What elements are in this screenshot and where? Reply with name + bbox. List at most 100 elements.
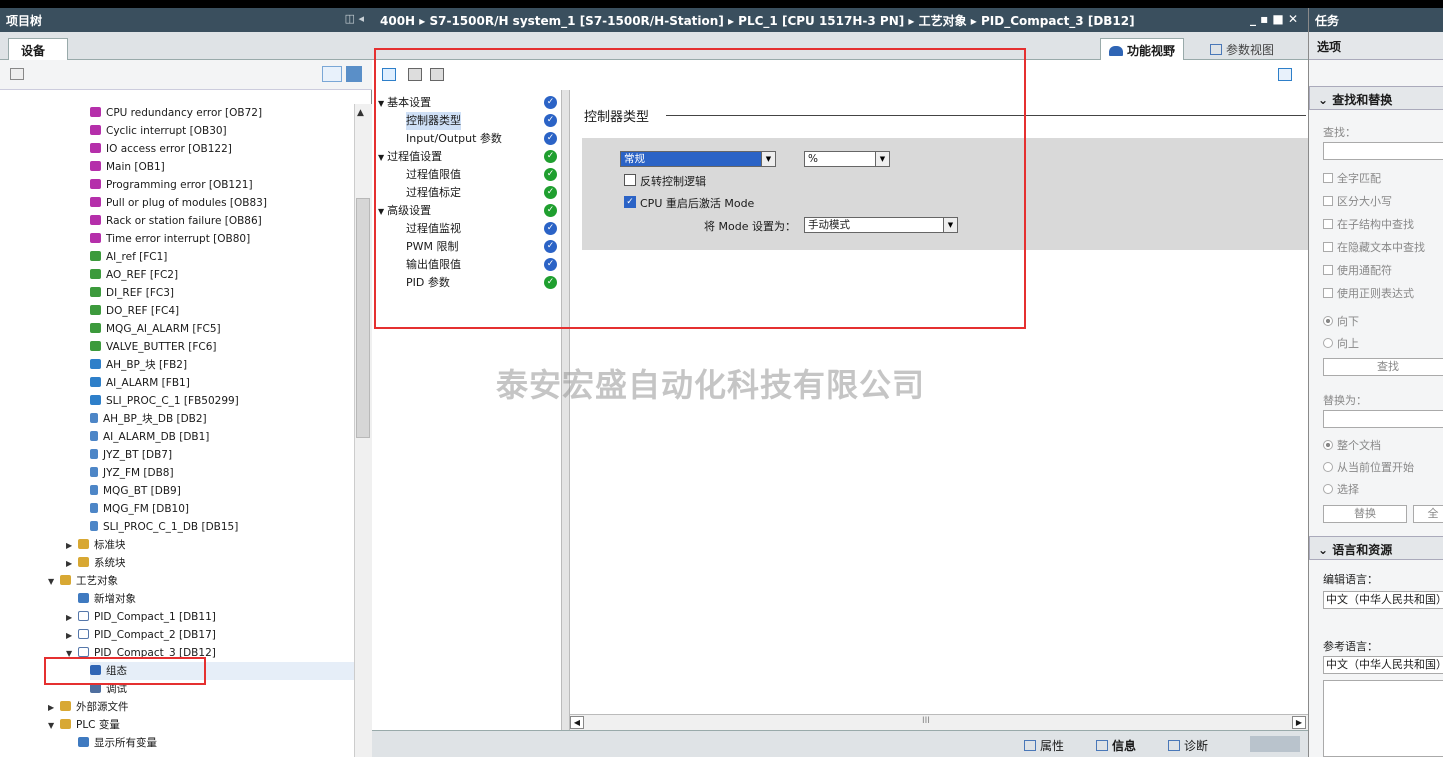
replace-all-button[interactable]: 全: [1413, 505, 1443, 523]
window-controls[interactable]: _ ▪ ■ ✕: [1250, 12, 1298, 26]
tree-item[interactable]: AI_ref [FC1]: [90, 248, 167, 266]
language-section[interactable]: ⌄ 语言和资源: [1309, 536, 1443, 560]
tree-item[interactable]: 显示所有变量: [78, 734, 157, 752]
direction-up-label: 向上: [1337, 337, 1359, 350]
fld-block-icon: [78, 539, 89, 549]
bottom-panel-controls[interactable]: [1250, 736, 1300, 752]
tree-item[interactable]: VALVE_BUTTER [FC6]: [90, 338, 217, 356]
replace-input[interactable]: [1323, 410, 1443, 428]
tab-diagnostics[interactable]: 诊断: [1162, 736, 1214, 755]
find-button[interactable]: 查找: [1323, 358, 1443, 376]
collapse-arrow-icon[interactable]: ▼: [48, 573, 60, 591]
tab-parameter-view[interactable]: 参数视图: [1202, 38, 1282, 60]
collapse-arrow-icon[interactable]: ▼: [48, 717, 60, 735]
tree-item[interactable]: AH_BP_块 [FB2]: [90, 356, 187, 374]
tree-item[interactable]: ▶ PID_Compact_1 [DB11]: [66, 608, 216, 626]
pid-block-icon: [78, 647, 89, 657]
tree-item[interactable]: JYZ_FM [DB8]: [90, 464, 174, 482]
find-option[interactable]: 区分大小写: [1323, 193, 1392, 209]
tree-item[interactable]: ▼ 工艺对象: [48, 572, 118, 590]
find-option-checkbox[interactable]: [1323, 196, 1333, 206]
expand-arrow-icon[interactable]: ▶: [66, 537, 78, 555]
tree-item[interactable]: DO_REF [FC4]: [90, 302, 179, 320]
tree-item[interactable]: SLI_PROC_C_1 [FB50299]: [90, 392, 239, 410]
tree-item[interactable]: ▶ 标准块: [66, 536, 126, 554]
tree-item[interactable]: Time error interrupt [OB80]: [90, 230, 250, 248]
tree-item[interactable]: AI_ALARM [FB1]: [90, 374, 190, 392]
view-toggle-icon[interactable]: [322, 66, 342, 82]
expand-arrow-icon[interactable]: ▶: [66, 627, 78, 645]
scope-radio[interactable]: [1323, 484, 1333, 494]
tree-item[interactable]: JYZ_BT [DB7]: [90, 446, 172, 464]
top-strip: [0, 0, 1443, 8]
tree-item[interactable]: MQG_BT [DB9]: [90, 482, 181, 500]
scroll-left-icon[interactable]: ◀: [570, 716, 584, 729]
tree-item[interactable]: ▶ 外部源文件: [48, 698, 129, 716]
reference-language-label: 参考语言：: [1323, 640, 1378, 653]
fb-block-icon: [90, 359, 101, 369]
tree-item[interactable]: Programming error [OB121]: [90, 176, 253, 194]
scope-option[interactable]: 整个文档: [1323, 437, 1381, 453]
tab-info[interactable]: 信息: [1090, 736, 1142, 755]
tree-item[interactable]: DI_REF [FC3]: [90, 284, 174, 302]
scope-radio[interactable]: [1323, 440, 1333, 450]
expand-arrow-icon[interactable]: ▶: [66, 555, 78, 573]
collapse-panel-button[interactable]: ◫ ◂: [345, 12, 364, 25]
tree-item[interactable]: CPU redundancy error [OB72]: [90, 104, 262, 122]
expand-arrow-icon[interactable]: ▶: [48, 699, 60, 717]
tree-item[interactable]: MQG_FM [DB10]: [90, 500, 189, 518]
find-option[interactable]: 使用正则表达式: [1323, 285, 1414, 301]
network-view-icon[interactable]: [346, 66, 362, 82]
tree-item[interactable]: Cyclic interrupt [OB30]: [90, 122, 227, 140]
scroll-up-icon[interactable]: ▲: [357, 108, 364, 118]
tree-item[interactable]: AO_REF [FC2]: [90, 266, 178, 284]
tree-item[interactable]: IO access error [OB122]: [90, 140, 232, 158]
tree-item[interactable]: ▶ PID_Compact_2 [DB17]: [66, 626, 216, 644]
direction-down-radio[interactable]: [1323, 316, 1333, 326]
overview-icon[interactable]: [10, 68, 24, 80]
find-option-checkbox[interactable]: [1323, 219, 1333, 229]
find-option[interactable]: 使用通配符: [1323, 262, 1392, 278]
tab-diagnostics-label: 诊断: [1184, 739, 1209, 753]
scope-option[interactable]: 选择: [1323, 481, 1359, 497]
tab-function-view-label: 功能视野: [1127, 44, 1176, 58]
direction-up[interactable]: 向上: [1323, 335, 1359, 351]
edit-language-select[interactable]: 中文（中华人民共和国）: [1323, 591, 1443, 609]
reference-language-select[interactable]: 中文（中华人民共和国）: [1323, 656, 1443, 674]
tree-item[interactable]: Main [OB1]: [90, 158, 165, 176]
page-settings-icon[interactable]: [1278, 68, 1292, 81]
scope-option[interactable]: 从当前位置开始: [1323, 459, 1414, 475]
tab-properties[interactable]: 属性: [1018, 736, 1070, 755]
tab-devices[interactable]: 设备: [8, 38, 68, 60]
horizontal-scrollbar[interactable]: ◀ III ▶: [570, 714, 1308, 730]
tree-item[interactable]: AH_BP_块_DB [DB2]: [90, 410, 207, 428]
find-option[interactable]: 在隐藏文本中查找: [1323, 239, 1425, 255]
breadcrumb[interactable]: 400H ▸ S7-1500R/H system_1 [S7-1500R/H-S…: [380, 14, 1135, 28]
find-option-checkbox[interactable]: [1323, 242, 1333, 252]
replace-button[interactable]: 替换: [1323, 505, 1407, 523]
find-option-label: 在子结构中查找: [1337, 218, 1414, 231]
find-replace-section[interactable]: ⌄ 查找和替换: [1309, 86, 1443, 110]
tree-item[interactable]: AI_ALARM_DB [DB1]: [90, 428, 209, 446]
find-option-checkbox[interactable]: [1323, 265, 1333, 275]
find-option[interactable]: 在子结构中查找: [1323, 216, 1414, 232]
tree-item[interactable]: ▶ 系统块: [66, 554, 126, 572]
find-option-checkbox[interactable]: [1323, 288, 1333, 298]
direction-down[interactable]: 向下: [1323, 313, 1359, 329]
tree-item-label: Rack or station failure [OB86]: [106, 215, 262, 227]
tree-item[interactable]: Pull or plug of modules [OB83]: [90, 194, 267, 212]
tree-scrollbar-thumb[interactable]: [356, 198, 370, 438]
find-input[interactable]: [1323, 142, 1443, 160]
tree-item[interactable]: Rack or station failure [OB86]: [90, 212, 262, 230]
scroll-right-icon[interactable]: ▶: [1292, 716, 1306, 729]
tab-function-view[interactable]: 功能视野: [1100, 38, 1185, 60]
scope-radio[interactable]: [1323, 462, 1333, 472]
tree-item[interactable]: SLI_PROC_C_1_DB [DB15]: [90, 518, 238, 536]
direction-up-radio[interactable]: [1323, 338, 1333, 348]
find-option-checkbox[interactable]: [1323, 173, 1333, 183]
tree-item[interactable]: 新增对象: [78, 590, 136, 608]
tree-item[interactable]: MQG_AI_ALARM [FC5]: [90, 320, 221, 338]
tree-item[interactable]: ▼ PLC 变量: [48, 716, 120, 734]
find-option[interactable]: 全字匹配: [1323, 170, 1381, 186]
expand-arrow-icon[interactable]: ▶: [66, 609, 78, 627]
